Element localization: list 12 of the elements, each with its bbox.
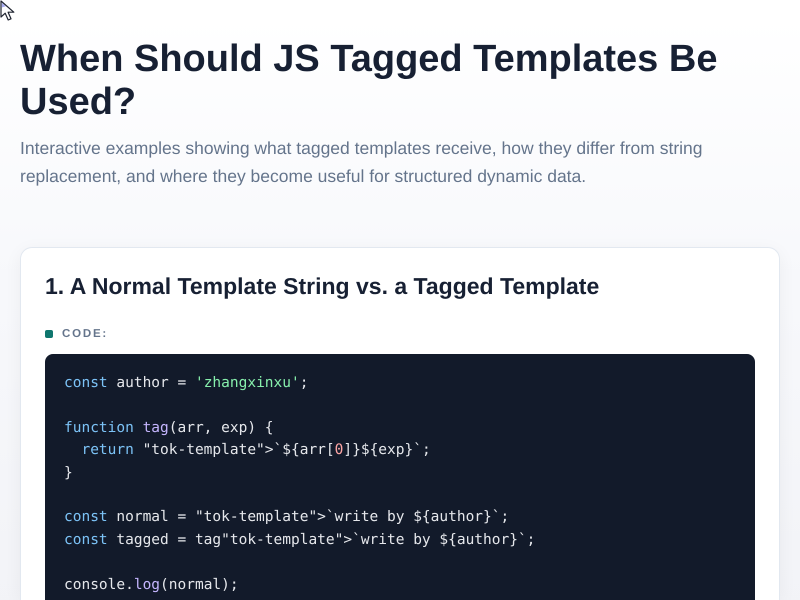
code-line: const author = 'zhangxinxu'; <box>64 374 308 393</box>
section-heading: 1. A Normal Template String vs. a Tagged Template <box>45 272 600 301</box>
code-line: const normal = "tok-template">`write by ${author}`; <box>64 508 510 528</box>
code-line: const tagged = tag"tok-template">`write by ${author}`; <box>64 530 536 550</box>
page-title: When Should JS Tagged Templates Be Used? <box>20 38 718 124</box>
code-label: CODE: <box>62 327 108 342</box>
code-line: function tag(arr, exp) { <box>64 418 274 438</box>
code-line: console.log(normal); <box>64 576 239 595</box>
square-bullet-icon <box>45 330 53 338</box>
code-line: return "tok-template">`${arr[0]}${exp}`; <box>80 441 431 460</box>
code-line: } <box>64 464 73 483</box>
page-subtitle: Interactive examples showing what tagged templates receive, how they differ from string replacement, and where they become useful for structured dynamic data. <box>20 137 704 188</box>
